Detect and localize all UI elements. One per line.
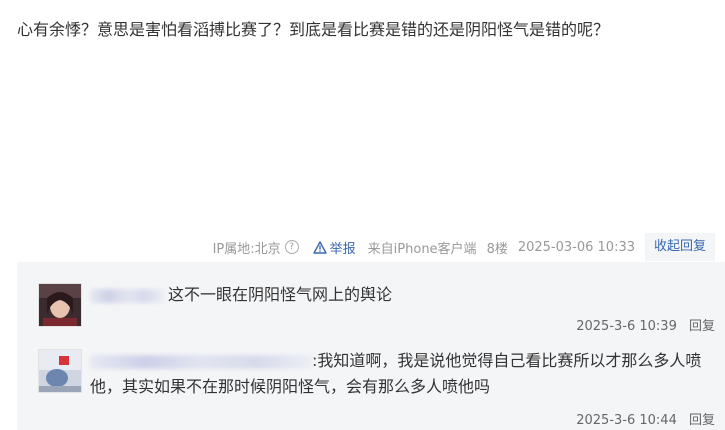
masked-username[interactable] [90, 288, 164, 303]
post-content: 心有余悸？意思是害怕看滔搏比赛了？到底是看比赛是错的还是阴阳怪气是错的呢？ [17, 20, 610, 39]
user-avatar-icon[interactable] [38, 283, 82, 327]
post-meta-bar: IP属地:北京 ? 举报 来自iPhone客户端 8楼 2025-03-06 1… [213, 233, 715, 261]
sub-reply-footer: 2025-3-6 10:44 回复 [576, 409, 715, 428]
sub-reply-time: 2025-3-6 10:44 [576, 413, 677, 428]
sub-reply-item: 这不一眼在阴阳怪气网上的舆论 2025-3-6 10:39 回复 [17, 262, 725, 340]
floor-number: 8楼 [486, 241, 508, 257]
sub-reply-content: :我知道啊，我是说他觉得自己看比赛所以才那么多人喷他，其实如果不在那时候阴阳怪气… [90, 348, 710, 400]
user-avatar-icon[interactable] [38, 349, 82, 393]
help-icon[interactable]: ? [284, 240, 299, 254]
report-label: 举报 [329, 241, 356, 257]
sub-replies-box: 这不一眼在阴阳怪气网上的舆论 2025-3-6 10:39 回复 :我知道啊，我… [17, 262, 725, 430]
sub-reply-content: 这不一眼在阴阳怪气网上的舆论 [90, 282, 710, 308]
sub-reply-text: 这不一眼在阴阳怪气网上的舆论 [168, 285, 393, 304]
sub-reply-footer: 2025-3-6 10:39 回复 [576, 315, 715, 334]
report-button[interactable]: 举报 [312, 238, 356, 257]
collapse-replies-button[interactable]: 收起回复 [645, 233, 715, 261]
reply-button[interactable]: 回复 [689, 413, 715, 428]
sub-reply-item: :我知道啊，我是说他觉得自己看比赛所以才那么多人喷他，其实如果不在那时候阴阳怪气… [17, 346, 725, 430]
page: 心有余悸？意思是害怕看滔搏比赛了？到底是看比赛是错的还是阴阳怪气是错的呢？ IP… [0, 0, 725, 430]
client-source: 来自iPhone客户端 [367, 241, 477, 257]
reply-button[interactable]: 回复 [689, 319, 715, 334]
post-time: 2025-03-06 10:33 [517, 239, 635, 255]
warning-icon [312, 240, 327, 254]
ip-location-label: IP属地:北京 [212, 241, 281, 257]
masked-username[interactable] [90, 354, 312, 369]
sub-reply-time: 2025-3-6 10:39 [576, 319, 677, 334]
ip-location: IP属地:北京 ? [213, 238, 299, 257]
